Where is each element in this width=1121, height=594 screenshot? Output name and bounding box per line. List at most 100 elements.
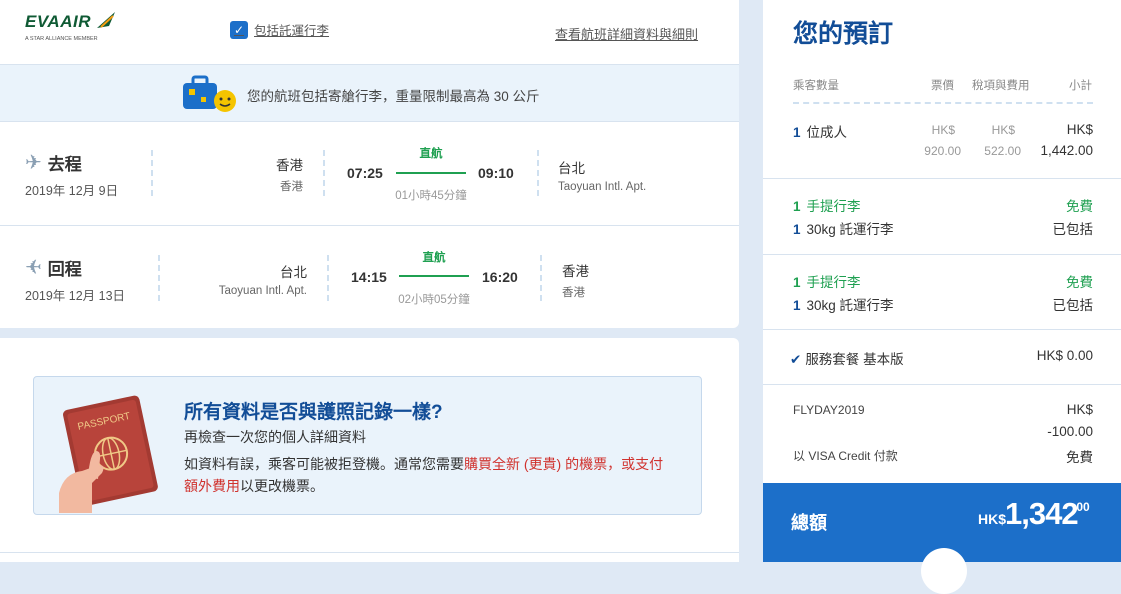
checked-bag-row: 1 30kg 託運行李: [793, 218, 894, 238]
promo-currency: HK$: [1066, 402, 1093, 417]
baggage-included-link[interactable]: ✓ 包括託運行李: [230, 20, 329, 39]
divider: [327, 255, 329, 301]
return-title: ✈ 回程: [25, 255, 82, 280]
return-title-text: 回程: [47, 260, 82, 279]
header-fare: 票價: [931, 80, 954, 92]
passport-subtitle: 再檢查一次您的個人詳細資料: [184, 429, 366, 445]
eva-air-logo: EVAAIR A STAR ALLIANCE MEMBER: [25, 12, 125, 46]
destination-city: 台北: [558, 161, 585, 176]
origin-city: 台北: [280, 265, 307, 280]
checked-count: 1: [793, 222, 801, 237]
payment-method: 以 VISA Credit 付款: [793, 449, 898, 463]
logo-subtitle: A STAR ALLIANCE MEMBER: [25, 36, 98, 42]
flight-details-link[interactable]: 查看航班詳細資料與細則: [555, 24, 698, 43]
divider: [763, 178, 1121, 179]
baggage-link-label: 包括託運行李: [254, 24, 330, 38]
outbound-title-text: 去程: [47, 155, 82, 174]
carry-label: 手提行李: [806, 275, 861, 290]
service-value: HK$ 0.00: [1036, 348, 1093, 363]
divider: [323, 150, 325, 196]
depart-time: 07:25: [347, 165, 383, 181]
return-date: 2019年 12月 13日: [25, 289, 126, 303]
divider: [540, 255, 542, 301]
booking-title: 您的預訂: [793, 20, 894, 48]
passenger-count: 1: [793, 125, 801, 140]
flight-header: EVAAIR A STAR ALLIANCE MEMBER ✓ 包括託運行李 查…: [0, 0, 739, 65]
checked-value: 已包括: [1052, 222, 1094, 237]
subtotal-amount: 1,442.00: [1040, 143, 1093, 158]
scroll-button[interactable]: [921, 548, 967, 594]
direct-label: 直航: [419, 148, 443, 160]
total-currency: HK$: [978, 511, 1007, 527]
header-subtotal: 小計: [1069, 80, 1092, 92]
arrive-time: 09:10: [478, 165, 514, 181]
baggage-banner-text: 您的航班包括寄艙行李，重量限制最高為 30 公斤: [247, 89, 540, 104]
passport-in-hand-icon: PASSPORT: [59, 395, 158, 513]
carry-label: 手提行李: [806, 199, 861, 214]
flight-duration: 02小時05分鐘: [398, 294, 470, 306]
tax-amount: 522.00: [984, 144, 1021, 158]
divider: [763, 329, 1121, 330]
passport-check-card: PASSPORT 所有資料是否與護照記錄一樣? 再檢查一次您的個人詳細資料 如資…: [0, 338, 739, 562]
suitcase-check-icon: ✓: [230, 20, 248, 39]
logo-swoosh-icon: [97, 12, 115, 28]
passport-warning-box: PASSPORT 所有資料是否與護照記錄一樣? 再檢查一次您的個人詳細資料 如資…: [33, 376, 702, 515]
total-amount: 1,342: [1005, 496, 1079, 531]
body-text: 如資料有誤，乘客可能被拒登機。通常您需要: [184, 456, 464, 472]
total-bar: 總額 HK$ 1,342 .00: [763, 483, 1121, 594]
logo-text: EVAAIR: [25, 12, 91, 31]
baggage-banner: 您的航班包括寄艙行李，重量限制最高為 30 公斤: [0, 65, 739, 122]
carry-count: 1: [793, 275, 801, 290]
destination-city: 香港: [562, 264, 589, 279]
depart-time: 14:15: [351, 269, 387, 285]
arrive-time: 16:20: [482, 269, 518, 285]
outbound-destination: 台北 Taoyuan Intl. Apt.: [558, 157, 646, 193]
origin-airport: 香港: [280, 181, 303, 193]
outbound-leg: ✈ 去程 2019年 12月 9日 香港 香港 07:25 直航 09:10 0…: [0, 122, 739, 226]
divider: [793, 102, 1093, 104]
divider: [151, 150, 153, 196]
divider: [763, 254, 1121, 255]
carry-value: 免費: [1066, 275, 1093, 290]
carry-on-row: 1 手提行李: [793, 195, 861, 215]
luggage-smiley-icon: [183, 75, 236, 112]
outbound-origin: 香港 香港: [276, 154, 303, 194]
checked-value: 已包括: [1052, 298, 1094, 313]
passenger-label: 位成人: [806, 125, 848, 140]
return-leg: ✈ 回程 2019年 12月 13日 台北 Taoyuan Intl. Apt.…: [0, 227, 739, 330]
flight-line: [396, 172, 466, 174]
plane-depart-icon: ✈: [25, 152, 42, 174]
plane-return-icon: ✈: [25, 257, 42, 279]
tax-currency: HK$: [991, 123, 1015, 137]
promo-amount: -100.00: [1047, 424, 1093, 439]
checkmark-icon: ✔: [790, 352, 802, 367]
origin-city: 香港: [276, 158, 303, 173]
divider: [537, 150, 539, 196]
body-text: 以更改機票。: [240, 478, 324, 494]
service-label: 服務套餐 基本版: [805, 352, 904, 367]
flight-line: [399, 275, 469, 277]
origin-airport: Taoyuan Intl. Apt.: [218, 285, 307, 297]
header-tax: 稅項與費用: [972, 80, 1030, 92]
subtotal-currency: HK$: [1066, 122, 1093, 137]
checked-bag-row: 1 30kg 託運行李: [793, 294, 894, 314]
passport-title: 所有資料是否與護照記錄一樣?: [184, 402, 443, 423]
destination-airport: 香港: [562, 287, 585, 299]
passport-body: 如資料有誤，乘客可能被拒登機。通常您需要購買全新 (更貴) 的機票，或支付額外費…: [184, 453, 674, 497]
return-origin: 台北 Taoyuan Intl. Apt.: [219, 261, 307, 297]
total-decimals: .00: [1073, 500, 1090, 514]
carry-count: 1: [793, 199, 801, 214]
checked-label: 30kg 託運行李: [806, 298, 894, 313]
flight-summary-card: EVAAIR A STAR ALLIANCE MEMBER ✓ 包括託運行李 查…: [0, 0, 739, 328]
header-passengers: 乘客數量: [793, 80, 839, 92]
direct-label: 直航: [422, 252, 446, 264]
checked-label: 30kg 託運行李: [806, 222, 894, 237]
buy-new-ticket-text: 購買全新 (更貴) 的機票: [464, 456, 608, 472]
destination-airport: Taoyuan Intl. Apt.: [558, 181, 647, 193]
total-label: 總額: [791, 513, 827, 533]
fare-currency: HK$: [931, 123, 955, 137]
divider: [763, 384, 1121, 385]
carry-value: 免費: [1066, 199, 1093, 214]
service-row: ✔ 服務套餐 基本版: [790, 348, 904, 368]
passenger-row: 1 位成人: [793, 121, 847, 141]
